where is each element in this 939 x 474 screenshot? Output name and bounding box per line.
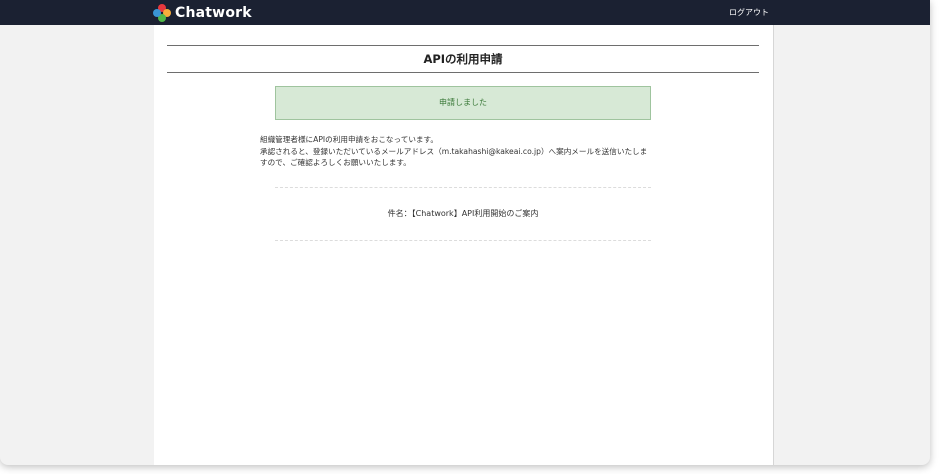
message-line-1: 組織管理者様にAPIの利用申請をおこなっています。 [260, 135, 438, 144]
chatwork-logo-icon [153, 3, 172, 23]
chatwork-logo[interactable]: Chatwork [153, 3, 252, 23]
divider-bottom [275, 240, 651, 241]
divider-top [275, 187, 651, 188]
app-window: Chatwork ログアウト APIの利用申請 申請しました 組織管理者様にAP… [0, 0, 930, 465]
subject-value: 【Chatwork】API利用開始のご案内 [411, 209, 539, 218]
message-line-2: 承認されると、登録いただいているメールアドレス（m.takahashi@kake… [260, 146, 648, 168]
subject-label: 件名： [387, 209, 412, 218]
logout-link[interactable]: ログアウト [729, 7, 769, 18]
page-title-bar: APIの利用申請 [167, 45, 759, 73]
page-title: APIの利用申請 [423, 52, 503, 66]
brand-name: Chatwork [175, 5, 252, 21]
email-subject: 件名：【Chatwork】API利用開始のご案内 [275, 208, 651, 219]
message-body: 組織管理者様にAPIの利用申請をおこなっています。 承認されると、登録いただいて… [260, 134, 652, 169]
main-content-panel: APIの利用申請 申請しました 組織管理者様にAPIの利用申請をおこなっています… [154, 25, 774, 465]
top-navigation-bar: Chatwork ログアウト [0, 0, 930, 25]
success-notice: 申請しました [275, 86, 651, 120]
